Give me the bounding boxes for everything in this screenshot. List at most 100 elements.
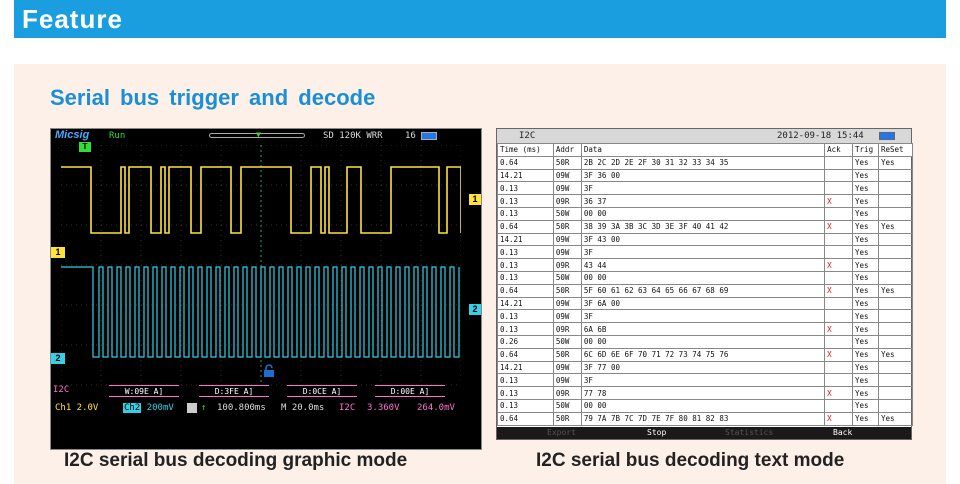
table-row[interactable]: 0.64 50R 79 7A 7B 7C 7D 7E 7F 80 81 82 83 X… [497, 411, 913, 426]
table-cell: 14.21 [497, 232, 554, 247]
back-button[interactable]: Back [833, 427, 852, 439]
table-row[interactable]: 0.13 50W 00 00 Yes [497, 270, 913, 285]
ch2-trigger-level-marker: 2 [469, 304, 481, 315]
table-cell: 0.13 [497, 398, 554, 413]
table-row[interactable]: 0.13 09R 6A 6B X Yes [497, 322, 913, 336]
table-cell: Yes [852, 309, 879, 324]
table-cell: 3F 43 00 [580, 232, 826, 247]
decode-table: Time (ms) Addr Data Ack Trig ReSet 0.64 50R 2B … [497, 143, 913, 426]
table-cell: 6C 6D 6E 6F 70 71 72 73 74 75 76 [580, 347, 826, 362]
feature-panel: Serial bus trigger and decode Micsig Run… [14, 64, 946, 484]
table-cell: Yes [852, 360, 879, 375]
table-cell: X [824, 219, 854, 234]
horizontal-position[interactable]: 100.800ms [217, 401, 266, 415]
table-cell: 0.13 [497, 258, 554, 272]
table-cell [824, 155, 854, 170]
table-row[interactable]: 14.21 09W 3F 77 00 Yes [497, 360, 913, 375]
table-cell: X [824, 194, 854, 208]
column-header: Trig [852, 143, 879, 157]
table-row[interactable]: 0.64 50R 2B 2C 2D 2E 2F 30 31 32 33 34 35 Y… [497, 155, 913, 170]
table-row[interactable]: 0.13 09W 3F Yes [497, 181, 913, 196]
scope-status-bar: Micsig Run ▼ SD 120K WRR 16 [51, 129, 481, 143]
table-cell: X [824, 411, 854, 426]
table-row[interactable]: 0.26 50W 00 00 Yes [497, 334, 913, 349]
table-cell [824, 398, 854, 413]
ch2-scale[interactable]: Ch2 200mV [123, 401, 174, 415]
table-cell: 0.13 [497, 386, 554, 400]
table-cell: 09W [552, 245, 582, 260]
table-row[interactable]: 0.64 50R 5F 60 61 62 63 64 65 66 67 68 69 X… [497, 283, 913, 298]
table-cell: 50W [552, 398, 582, 413]
feature-title: Feature [22, 4, 123, 34]
table-cell: Yes [852, 232, 879, 247]
export-button[interactable]: Export [547, 427, 576, 439]
table-cell: 0.13 [497, 309, 554, 324]
table-cell [824, 181, 854, 196]
table-cell [878, 245, 913, 260]
table-row[interactable]: 0.13 50W 00 00 Yes [497, 398, 913, 413]
table-row[interactable]: 14.21 09W 3F 43 00 Yes [497, 232, 913, 247]
table-cell: Yes [852, 181, 879, 196]
table-cell: 3F 77 00 [580, 360, 826, 375]
table-row[interactable]: 0.13 09R 43 44 X Yes [497, 258, 913, 272]
table-status-bar: I2C 2012-09-18 15:44 [497, 129, 911, 143]
table-cell: 09W [552, 373, 582, 388]
table-row[interactable]: 0.13 09R 77 78 X Yes [497, 386, 913, 400]
oscilloscope-screen: Micsig Run ▼ SD 120K WRR 16 T 1 2 1 2 I2… [50, 128, 482, 450]
statistics-button[interactable]: Statistics [725, 427, 773, 439]
table-cell: 0.64 [497, 283, 554, 298]
table-cell: 09R [552, 194, 582, 208]
table-cell: 14.21 [497, 168, 554, 183]
table-row[interactable]: 0.13 09W 3F Yes [497, 309, 913, 324]
run-status: Run [109, 131, 126, 141]
trigger-marker: T [79, 142, 91, 152]
decode-table-screen: I2C 2012-09-18 15:44 Time (ms) Addr Data Ac… [496, 128, 913, 440]
table-cell: 0.13 [497, 194, 554, 208]
table-cell: 00 00 [580, 334, 826, 349]
table-cell: 0.13 [497, 270, 554, 285]
stop-button[interactable]: Stop [647, 427, 666, 439]
column-header: ReSet [878, 143, 913, 157]
table-cell: 0.64 [497, 219, 554, 234]
table-cell [878, 206, 913, 221]
column-header: Time (ms) [497, 143, 554, 157]
trigger-level[interactable]: 3.360V [367, 401, 400, 415]
table-row[interactable]: 0.13 09W 3F Yes [497, 245, 913, 260]
table-row[interactable]: 0.64 50R 38 39 3A 3B 3C 3D 3E 3F 40 41 42 X… [497, 219, 913, 234]
table-cell [878, 270, 913, 285]
table-cell: Yes [852, 283, 879, 298]
caption-text-mode: I2C serial bus decoding text mode [536, 450, 845, 471]
decode-bus-label: I2C [53, 385, 70, 395]
table-cell [824, 270, 854, 285]
trigger-edge-icon: ↑ [201, 403, 207, 413]
table-cell [824, 245, 854, 260]
decode-frame: D:3FE A] [199, 385, 269, 397]
table-row[interactable]: 0.13 09R 36 37 X Yes [497, 194, 913, 208]
table-cell: Yes [852, 258, 879, 272]
ch1-marker: 1 [51, 247, 65, 258]
table-cell [824, 296, 854, 311]
timebase[interactable]: M 20.0ms [281, 401, 324, 415]
table-cell: X [824, 258, 854, 272]
table-cell: 09R [552, 258, 582, 272]
table-row[interactable]: 0.64 50R 6C 6D 6E 6F 70 71 72 73 74 75 76 X… [497, 347, 913, 362]
table-row[interactable]: 14.21 09W 3F 36 00 Yes [497, 168, 913, 183]
table-row[interactable]: 0.13 50W 00 00 Yes [497, 206, 913, 221]
table-row[interactable]: 14.21 09W 3F 6A 00 Yes [497, 296, 913, 311]
table-row[interactable]: 0.13 09W 3F Yes [497, 373, 913, 388]
trigger-bus[interactable]: I2C [339, 401, 355, 415]
table-cell: 0.13 [497, 245, 554, 260]
ch1-scale[interactable]: Ch1 2.0V [55, 401, 98, 415]
table-cell: 3F [580, 309, 826, 324]
table-cell: Yes [852, 245, 879, 260]
table-cell: Yes [852, 411, 879, 426]
table-cell [824, 334, 854, 349]
table-cell [878, 373, 913, 388]
decode-frame: D:00E A] [375, 385, 445, 397]
table-cell: 3F 36 00 [580, 168, 826, 183]
coupling-icon [187, 403, 197, 413]
table-cell: Yes [852, 322, 879, 336]
column-header: Ack [824, 143, 854, 157]
table-cell: 50W [552, 206, 582, 221]
table-cell: 0.64 [497, 155, 554, 170]
